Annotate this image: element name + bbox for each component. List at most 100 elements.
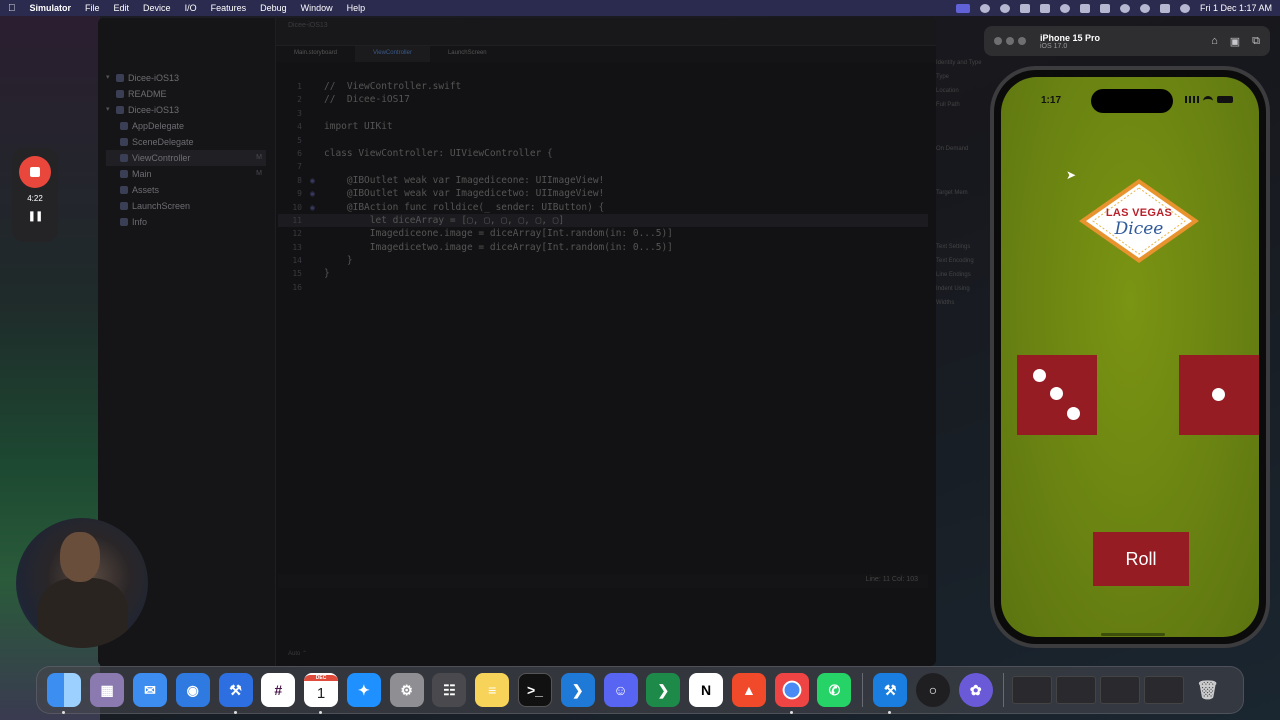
discord-icon[interactable]: ☺ <box>603 673 638 707</box>
mail-icon[interactable]: ✉ <box>132 673 167 707</box>
storyboard-icon <box>120 202 128 210</box>
window-controls <box>994 37 1026 45</box>
pause-icon[interactable]: ❚❚ <box>28 211 44 222</box>
menu-io[interactable]: I/O <box>185 3 197 13</box>
trash-icon[interactable]: 🗑 <box>1191 673 1225 707</box>
screenshot-app-icon[interactable]: ◉ <box>175 673 210 707</box>
vscode-insiders-icon[interactable]: ❯ <box>646 673 681 707</box>
safari-icon[interactable]: ✦ <box>346 673 381 707</box>
iphone-frame: 1:17 LAS VEGAS Dicee Roll <box>990 66 1270 648</box>
menu-device[interactable]: Device <box>143 3 171 13</box>
slack-icon[interactable]: # <box>261 673 296 707</box>
calculator-icon[interactable]: ☷ <box>432 673 467 707</box>
simulator-title-bar[interactable]: iPhone 15 Pro iOS 17.0 ⌂ ▣ ⧉ <box>984 26 1270 56</box>
simulator-os-version: iOS 17.0 <box>1040 42 1068 50</box>
zoom-window-button[interactable] <box>1018 37 1026 45</box>
xcode-project-title: Dicee-iOS13 <box>288 22 328 29</box>
search-icon[interactable] <box>1139 3 1150 13</box>
code-line: 1// ViewController.swift <box>297 81 462 92</box>
terminal-icon[interactable]: >_ <box>517 673 552 707</box>
gear-icon[interactable] <box>979 3 990 13</box>
tree-item-readme[interactable]: README <box>106 86 266 102</box>
chrome-icon[interactable] <box>774 673 809 714</box>
action-connection-icon: ◉ <box>310 202 315 212</box>
wifi-icon[interactable] <box>1119 3 1130 13</box>
menu-app-name[interactable]: Simulator <box>30 3 72 13</box>
whatsapp-icon[interactable]: ✆ <box>817 673 852 707</box>
tree-item-main[interactable]: Main M <box>106 166 266 182</box>
menu-features[interactable]: Features <box>211 3 247 13</box>
plist-icon <box>120 218 128 226</box>
finder-icon[interactable] <box>47 673 82 714</box>
home-indicator[interactable] <box>1101 633 1165 636</box>
tree-item-assets[interactable]: Assets <box>106 182 266 198</box>
tree-item-launchscreen[interactable]: LaunchScreen <box>106 198 266 214</box>
menu-help[interactable]: Help <box>347 3 366 13</box>
tab-launchscreen[interactable]: LaunchScreen <box>430 46 505 62</box>
control-center-icon[interactable] <box>1159 3 1170 13</box>
app-screen: 1:17 LAS VEGAS Dicee Roll <box>1001 77 1259 637</box>
logo-text-dicee: Dicee <box>1114 219 1164 239</box>
tree-item-info[interactable]: Info <box>106 214 266 230</box>
modified-badge: M <box>256 154 262 161</box>
tree-item-scenedelegate[interactable]: SceneDelegate <box>106 134 266 150</box>
obs-icon[interactable]: ○ <box>916 673 951 707</box>
file-icon <box>116 90 124 98</box>
minimized-window-thumbnail[interactable] <box>1012 676 1053 704</box>
user-icon[interactable] <box>1179 3 1190 13</box>
minimized-window-thumbnail[interactable] <box>1100 676 1141 704</box>
folder-icon <box>116 106 124 114</box>
battery-icon[interactable] <box>1099 3 1110 13</box>
code-line: 4 import UIKit <box>297 121 393 133</box>
code-line: 3 <box>297 108 302 118</box>
tab-viewcontroller[interactable]: ViewController <box>355 46 430 62</box>
sync-icon[interactable] <box>999 3 1010 13</box>
close-window-button[interactable] <box>994 37 1002 45</box>
las-vegas-dicee-logo: LAS VEGAS Dicee <box>1077 177 1201 265</box>
editor-tabs: Main.storyboard ViewController LaunchScr… <box>276 46 936 62</box>
menu-debug[interactable]: Debug <box>260 3 287 13</box>
simulator-icon[interactable]: ⚒ <box>873 673 908 714</box>
swift-file-icon <box>120 154 128 162</box>
apple-menu-icon[interactable]:  <box>8 3 16 14</box>
stop-recording-button[interactable] <box>19 156 51 188</box>
calendar-icon[interactable]: DEC 1 <box>304 673 339 714</box>
menu-file[interactable]: File <box>85 3 100 13</box>
headphones-icon[interactable] <box>1059 3 1070 13</box>
menu-edit[interactable]: Edit <box>114 3 130 13</box>
tree-item-group[interactable]: ▾ Dicee-iOS13 <box>106 102 266 118</box>
screenshot-icon[interactable]: ▣ <box>1230 35 1240 48</box>
phone-status-icons <box>1185 96 1233 103</box>
vscode-icon[interactable]: ❯ <box>560 673 595 707</box>
system-settings-icon[interactable]: ⚙ <box>389 673 424 707</box>
xcode-window[interactable]: Dicee-iOS13 Main.storyboard ViewControll… <box>98 18 936 666</box>
tree-item-appdelegate[interactable]: AppDelegate <box>106 118 266 134</box>
notion-status-icon[interactable] <box>1019 3 1030 13</box>
menu-window[interactable]: Window <box>301 3 333 13</box>
assets-icon <box>120 186 128 194</box>
minimized-window-thumbnail[interactable] <box>1144 676 1185 704</box>
tab-main-storyboard[interactable]: Main.storyboard <box>276 46 355 62</box>
launchpad-icon[interactable]: ▦ <box>90 673 125 707</box>
home-icon[interactable]: ⌂ <box>1211 35 1218 48</box>
roll-button[interactable]: Roll <box>1093 532 1189 586</box>
display-icon[interactable] <box>1079 3 1090 13</box>
swift-file-icon <box>120 138 128 146</box>
storyboard-icon <box>120 170 128 178</box>
notion-icon[interactable]: N <box>689 673 724 707</box>
xcode-icon[interactable]: ⚒ <box>218 673 253 714</box>
brave-icon[interactable]: ▲ <box>731 673 766 707</box>
minimize-window-button[interactable] <box>1006 37 1014 45</box>
notes-icon[interactable]: ≡ <box>475 673 510 707</box>
loom-icon[interactable]: ✿ <box>958 673 993 707</box>
bluetooth-icon[interactable] <box>1039 3 1050 13</box>
screen-recording-icon[interactable] <box>955 3 970 13</box>
tree-item-viewcontroller[interactable]: ViewController M <box>106 150 266 166</box>
dynamic-island <box>1091 89 1173 113</box>
code-editor[interactable]: 1// ViewController.swift 2// Dicee-iOS17… <box>278 80 928 640</box>
minimized-window-thumbnail[interactable] <box>1056 676 1097 704</box>
menubar-clock[interactable]: Fri 1 Dec 1:17 AM <box>1200 3 1272 13</box>
code-line: 5 <box>297 135 302 145</box>
rotate-icon[interactable]: ⧉ <box>1252 35 1260 48</box>
tree-item-project[interactable]: ▾ Dicee-iOS13 <box>106 70 266 86</box>
